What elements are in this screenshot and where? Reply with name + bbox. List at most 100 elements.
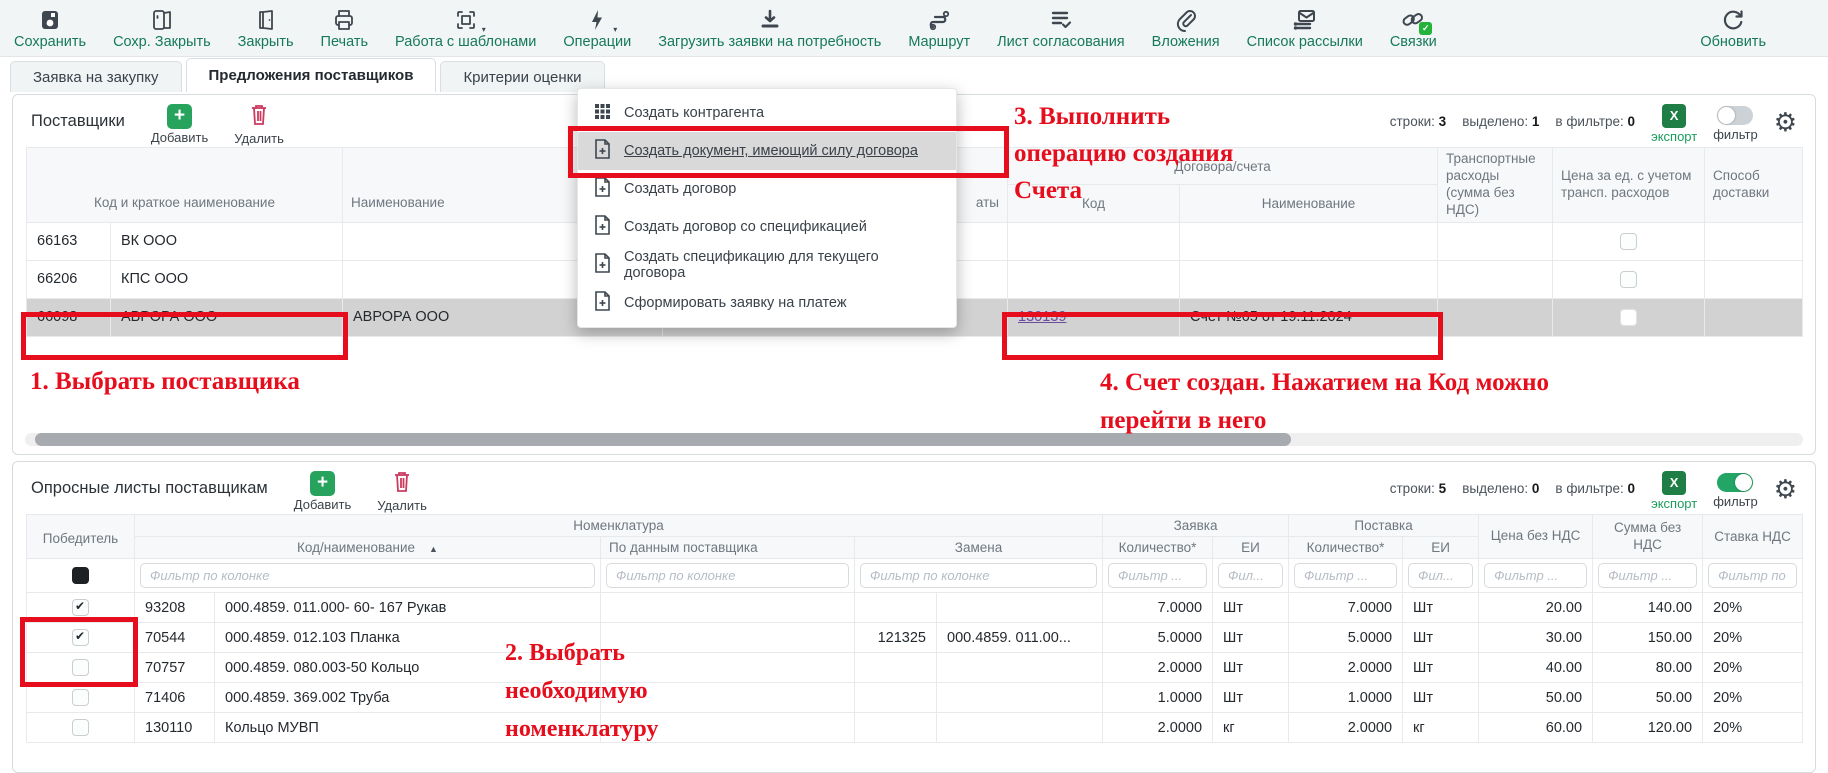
- col-contract-name[interactable]: Наименование: [1180, 185, 1438, 222]
- col-vat-rate[interactable]: Ставка НДС: [1703, 515, 1803, 559]
- quote-row[interactable]: 70544000.4859. 012.103 Планка 121325000.…: [27, 623, 1803, 653]
- list-check-icon: [1049, 6, 1073, 32]
- winner-checkbox[interactable]: [72, 719, 89, 736]
- quote-sheets-header: Опросные листы поставщикам + Добавить Уд…: [13, 462, 1815, 514]
- filter-input-request-qty[interactable]: [1108, 563, 1207, 588]
- tab-supplier-offers[interactable]: Предложения поставщиков: [186, 58, 437, 92]
- winner-checkbox[interactable]: [72, 599, 89, 616]
- menu-item-create-contract-force-document[interactable]: Создать документ, имеющий силу договора: [578, 132, 956, 170]
- col-delivery-method[interactable]: Способ доставки: [1705, 148, 1803, 223]
- quote-row[interactable]: 70757000.4859. 080.003-50 Кольцо 2.0000Ш…: [27, 653, 1803, 683]
- load-requests-button[interactable]: Загрузить заявки на потребность: [658, 6, 881, 50]
- winner-checkbox[interactable]: [72, 689, 89, 706]
- quote-row[interactable]: 93208000.4859. 011.000- 60- 167 Рукав 7.…: [27, 593, 1803, 623]
- filter-input-replacement[interactable]: [860, 563, 1097, 588]
- filter-toggle-on[interactable]: фильтр: [1713, 473, 1757, 509]
- save-close-button[interactable]: Сохр. Закрыть: [113, 6, 211, 50]
- filter-toggle[interactable]: фильтр: [1713, 106, 1757, 142]
- attachments-button[interactable]: Вложения: [1152, 6, 1220, 50]
- price-include-checkbox[interactable]: [1620, 309, 1637, 326]
- operations-button[interactable]: ▾ Операции: [563, 6, 631, 50]
- excel-icon: X: [1662, 471, 1686, 495]
- menu-item-create-contract-with-spec[interactable]: Создать договор со спецификацией: [578, 208, 956, 246]
- templates-button[interactable]: ▾ Работа с шаблонами: [395, 6, 536, 50]
- download-icon: [758, 6, 782, 32]
- quote-row[interactable]: 130110Кольцо МУВП 2.0000кг 2.0000кг 60.0…: [27, 713, 1803, 743]
- dropdown-caret: ▾: [613, 25, 617, 34]
- col-winner[interactable]: Победитель: [27, 515, 135, 559]
- menu-item-create-payment-request[interactable]: Сформировать заявку на платеж: [578, 284, 956, 322]
- save-button[interactable]: Сохранить: [14, 6, 86, 50]
- filter-input-sum[interactable]: [1598, 563, 1697, 588]
- scrollbar-thumb[interactable]: [35, 433, 1291, 446]
- filter-input-price[interactable]: [1484, 563, 1587, 588]
- col-price-with-transport[interactable]: Цена за ед. с учетом трансп. расходов: [1553, 148, 1705, 223]
- col-supply-qty[interactable]: Количество*: [1289, 537, 1403, 559]
- add-supplier-button[interactable]: + Добавить: [151, 104, 208, 145]
- delete-supplier-button[interactable]: Удалить: [234, 102, 284, 146]
- col-group-supply: Поставка: [1289, 515, 1479, 537]
- col-group-contracts: Договора/счета: [1008, 148, 1438, 185]
- quote-row[interactable]: 71406000.4859. 369.002 Труба 1.0000Шт 1.…: [27, 683, 1803, 713]
- links-button[interactable]: ✓ Связки: [1390, 6, 1437, 50]
- filter-input-vat[interactable]: [1708, 563, 1797, 588]
- printer-icon: [332, 6, 356, 32]
- print-button[interactable]: Печать: [321, 6, 369, 50]
- add-quote-button[interactable]: + Добавить: [294, 471, 351, 512]
- price-include-checkbox[interactable]: [1620, 271, 1637, 288]
- document-plus-icon: [594, 215, 611, 239]
- export-button[interactable]: X экспорт: [1651, 471, 1697, 511]
- winner-checkbox[interactable]: [72, 659, 89, 676]
- refresh-button[interactable]: Обновить: [1700, 6, 1766, 50]
- settings-gear-icon[interactable]: ⚙: [1774, 110, 1797, 134]
- col-transport-costs[interactable]: Транспортные расходы (сумма без НДС): [1438, 148, 1553, 223]
- app-window: Сохранить Сохр. Закрыть Закрыть Печать ▾…: [0, 0, 1828, 773]
- invoice-code-link[interactable]: 130139: [1018, 309, 1066, 325]
- menu-item-create-contract[interactable]: Создать договор: [578, 170, 956, 208]
- col-group-nomenclature: Номенклатура: [135, 515, 1103, 537]
- rows-count: 3: [1439, 114, 1447, 129]
- col-contract-code[interactable]: Код: [1008, 185, 1180, 222]
- suppliers-stats: строки: 3 выделено: 1 в фильтре: 0 X экс…: [1390, 98, 1797, 144]
- col-price-no-vat[interactable]: Цена без НДС: [1479, 515, 1593, 559]
- delete-quote-button[interactable]: Удалить: [377, 469, 427, 513]
- export-button[interactable]: X экспорт: [1651, 104, 1697, 144]
- door-icon: [254, 6, 278, 32]
- route-button[interactable]: Маршрут: [908, 6, 970, 50]
- menu-item-create-counterparty[interactable]: Создать контрагента: [578, 94, 956, 132]
- operations-dropdown-menu: Создать контрагента Создать документ, им…: [577, 88, 957, 328]
- horizontal-scrollbar[interactable]: [25, 433, 1803, 446]
- winner-checkbox[interactable]: [72, 629, 89, 646]
- col-code-name[interactable]: Код/наименование▲: [135, 537, 601, 559]
- filter-input-supply-unit[interactable]: [1408, 563, 1473, 588]
- mailing-list-button[interactable]: Список рассылки: [1247, 6, 1363, 50]
- trash-icon: [248, 102, 270, 130]
- plus-icon: +: [167, 104, 192, 129]
- filter-input-request-unit[interactable]: [1218, 563, 1283, 588]
- tab-purchase-request[interactable]: Заявка на закупку: [10, 61, 182, 92]
- chain-links-icon: ✓: [1400, 6, 1426, 32]
- col-sum-no-vat[interactable]: Сумма без НДС: [1593, 515, 1703, 559]
- lightning-icon: ▾: [585, 6, 609, 32]
- col-replacement[interactable]: Замена: [855, 537, 1103, 559]
- menu-item-create-spec-current-contract[interactable]: Создать спецификацию для текущего догово…: [578, 246, 956, 284]
- quote-sheets-title: Опросные листы поставщикам: [31, 479, 268, 498]
- toggle-off-icon: [1717, 106, 1753, 125]
- settings-gear-icon[interactable]: ⚙: [1774, 477, 1797, 501]
- filter-input-by-supplier[interactable]: [606, 563, 849, 588]
- close-button[interactable]: Закрыть: [238, 6, 294, 50]
- trash-icon: [391, 469, 413, 497]
- filter-input-supply-qty[interactable]: [1294, 563, 1397, 588]
- price-include-checkbox[interactable]: [1620, 233, 1637, 250]
- mail-list-icon: [1293, 6, 1317, 32]
- save-close-icon: [150, 6, 174, 32]
- select-all-checkbox[interactable]: [72, 567, 89, 584]
- col-supply-unit[interactable]: ЕИ: [1403, 537, 1479, 559]
- col-request-unit[interactable]: ЕИ: [1213, 537, 1289, 559]
- filter-input-code-name[interactable]: [140, 563, 595, 588]
- approval-sheet-button[interactable]: Лист согласования: [997, 6, 1125, 50]
- col-by-supplier[interactable]: По данным поставщика: [601, 537, 855, 559]
- col-request-qty[interactable]: Количество*: [1103, 537, 1213, 559]
- col-code-short-name[interactable]: Код и краткое наименование: [27, 148, 343, 223]
- filter-row: [27, 559, 1803, 593]
